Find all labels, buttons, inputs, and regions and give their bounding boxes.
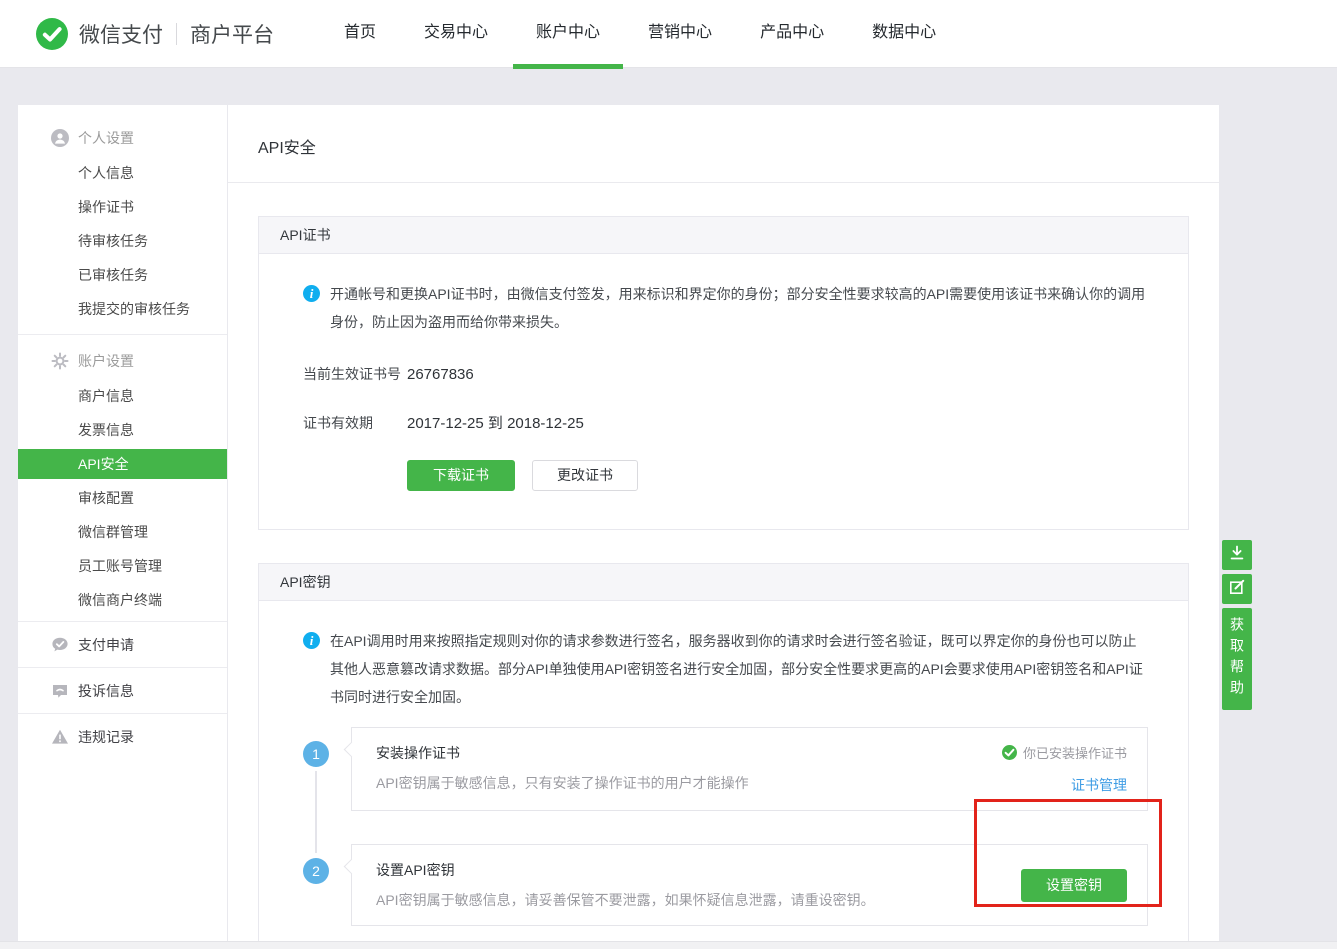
brand-name: 微信支付 xyxy=(79,19,163,49)
certificate-number-label: 当前生效证书号 xyxy=(303,364,407,384)
change-certificate-button[interactable]: 更改证书 xyxy=(532,460,638,491)
step-title: 安装操作证书 xyxy=(376,743,749,763)
nav-tab-transaction-center[interactable]: 交易中心 xyxy=(401,0,511,68)
set-api-key-button[interactable]: 设置密钥 xyxy=(1021,869,1127,902)
sidebar-item-operation-certificate[interactable]: 操作证书 xyxy=(18,192,227,222)
edit-icon xyxy=(1228,578,1246,601)
download-icon xyxy=(1228,544,1246,567)
api-certificate-card: API证书 i 开通帐号和更换API证书时，由微信支付签发，用来标识和界定你的身… xyxy=(258,216,1189,530)
certificate-number-value: 26767836 xyxy=(407,366,474,383)
sidebar-group-title: 账户设置 xyxy=(78,351,134,371)
logo-divider xyxy=(176,23,177,45)
step-install-certificate-box: 安装操作证书 API密钥属于敏感信息，只有安装了操作证书的用户才能操作 xyxy=(351,727,1148,811)
info-icon: i xyxy=(303,285,320,302)
api-key-card: API密钥 i 在API调用时用来按照指定规则对你的请求参数进行签名，服务器收到… xyxy=(258,563,1189,949)
step-number-badge: 2 xyxy=(303,858,329,884)
api-key-steps: 1 安装操作证书 API密钥属于敏感信息，只有安装了操作证书的用户才能操作 xyxy=(303,727,1148,926)
nav-tab-home[interactable]: 首页 xyxy=(321,0,399,68)
sidebar-item-pending-review-tasks[interactable]: 待审核任务 xyxy=(18,226,227,256)
sidebar-item-review-config[interactable]: 审核配置 xyxy=(18,483,227,513)
sidebar-group-title: 个人设置 xyxy=(78,128,134,148)
step-set-api-key: 2 设置API密钥 API密钥属于敏感信息，请妥善保管不要泄露，如果怀疑信息泄露… xyxy=(303,844,1148,926)
get-help-button[interactable]: 获取帮助 xyxy=(1222,608,1252,710)
chat-check-icon xyxy=(51,636,69,654)
top-header: 微信支付 商户平台 首页 交易中心 账户中心 营销中心 产品中心 数据中心 xyxy=(0,0,1337,68)
wechat-pay-logo-icon xyxy=(36,18,68,50)
user-icon xyxy=(51,129,69,147)
horizontal-scrollbar[interactable] xyxy=(0,941,1337,949)
download-fab-button[interactable] xyxy=(1222,540,1252,570)
sidebar-item-my-submitted-review-tasks[interactable]: 我提交的审核任务 xyxy=(18,294,227,324)
sidebar-item-invoice-info[interactable]: 发票信息 xyxy=(18,415,227,445)
sidebar-group-account-settings: 账户设置 xyxy=(18,350,227,372)
sidebar: 个人设置 个人信息 操作证书 待审核任务 已审核任务 我提交的审核任务 账户设置… xyxy=(18,105,227,949)
title-divider xyxy=(228,182,1219,183)
nav-tab-account-center[interactable]: 账户中心 xyxy=(513,0,623,68)
gear-icon xyxy=(51,352,69,370)
api-certificate-card-body: i 开通帐号和更换API证书时，由微信支付签发，用来标识和界定你的身份；部分安全… xyxy=(258,254,1189,530)
sidebar-item-staff-account-management[interactable]: 员工账号管理 xyxy=(18,551,227,581)
sidebar-item-personal-info[interactable]: 个人信息 xyxy=(18,158,227,188)
sidebar-link-violation-records[interactable]: 违规记录 xyxy=(18,713,227,759)
platform-name: 商户平台 xyxy=(190,19,274,49)
api-key-card-header: API密钥 xyxy=(258,563,1189,601)
nav-tab-data-center[interactable]: 数据中心 xyxy=(849,0,959,68)
sidebar-link-label: 支付申请 xyxy=(78,635,134,655)
current-certificate-row: 当前生效证书号 26767836 xyxy=(303,364,1148,384)
step-number-badge: 1 xyxy=(303,741,329,767)
download-certificate-button[interactable]: 下载证书 xyxy=(407,460,515,491)
main-content: API安全 API证书 i 开通帐号和更换API证书时，由微信支付签发，用来标识… xyxy=(228,105,1219,949)
api-certificate-card-header: API证书 xyxy=(258,216,1189,254)
step-connector-line xyxy=(315,771,317,853)
sidebar-divider xyxy=(18,334,227,335)
complaint-bubble-icon xyxy=(51,682,69,700)
certificate-validity-row: 证书有效期 2017-12-25 到 2018-12-25 xyxy=(303,412,1148,433)
certificate-info-text: 开通帐号和更换API证书时，由微信支付签发，用来标识和界定你的身份；部分安全性要… xyxy=(330,280,1148,336)
info-icon: i xyxy=(303,632,320,649)
step-install-certificate: 1 安装操作证书 API密钥属于敏感信息，只有安装了操作证书的用户才能操作 xyxy=(303,727,1148,811)
validity-value: 2017-12-25 到 2018-12-25 xyxy=(407,412,584,433)
sidebar-item-wechat-group-management[interactable]: 微信群管理 xyxy=(18,517,227,547)
floating-action-stack: 获取帮助 xyxy=(1222,540,1252,710)
api-key-info-text: 在API调用时用来按照指定规则对你的请求参数进行签名，服务器收到你的请求时会进行… xyxy=(330,627,1148,711)
sidebar-link-label: 投诉信息 xyxy=(78,681,134,701)
sidebar-item-api-security[interactable]: API安全 xyxy=(18,449,227,479)
page-title: API安全 xyxy=(258,134,1219,158)
sidebar-item-wechat-merchant-terminal[interactable]: 微信商户终端 xyxy=(18,585,227,615)
check-icon xyxy=(1002,745,1017,760)
step-description: API密钥属于敏感信息，请妥善保管不要泄露，如果怀疑信息泄露，请重设密钥。 xyxy=(376,890,875,910)
api-key-card-body: i 在API调用时用来按照指定规则对你的请求参数进行签名，服务器收到你的请求时会… xyxy=(258,601,1189,949)
primary-nav: 首页 交易中心 账户中心 营销中心 产品中心 数据中心 xyxy=(321,0,959,68)
warning-icon xyxy=(51,728,69,746)
validity-label: 证书有效期 xyxy=(303,413,407,433)
sidebar-link-payment-application[interactable]: 支付申请 xyxy=(18,621,227,667)
nav-tab-marketing-center[interactable]: 营销中心 xyxy=(625,0,735,68)
sidebar-link-complaint-info[interactable]: 投诉信息 xyxy=(18,667,227,713)
step-description: API密钥属于敏感信息，只有安装了操作证书的用户才能操作 xyxy=(376,773,749,793)
sidebar-group-personal-settings: 个人设置 xyxy=(18,127,227,149)
sidebar-item-merchant-info[interactable]: 商户信息 xyxy=(18,381,227,411)
step-title: 设置API密钥 xyxy=(376,860,875,880)
brand-logo[interactable]: 微信支付 商户平台 xyxy=(36,0,274,68)
sidebar-item-reviewed-tasks[interactable]: 已审核任务 xyxy=(18,260,227,290)
certificate-management-link[interactable]: 证书管理 xyxy=(1002,775,1127,795)
feedback-fab-button[interactable] xyxy=(1222,574,1252,604)
sidebar-link-label: 违规记录 xyxy=(78,727,134,747)
certificate-installed-status: 你已安装操作证书 xyxy=(1023,743,1127,762)
nav-tab-product-center[interactable]: 产品中心 xyxy=(737,0,847,68)
step-set-api-key-box: 设置API密钥 API密钥属于敏感信息，请妥善保管不要泄露，如果怀疑信息泄露，请… xyxy=(351,844,1148,926)
